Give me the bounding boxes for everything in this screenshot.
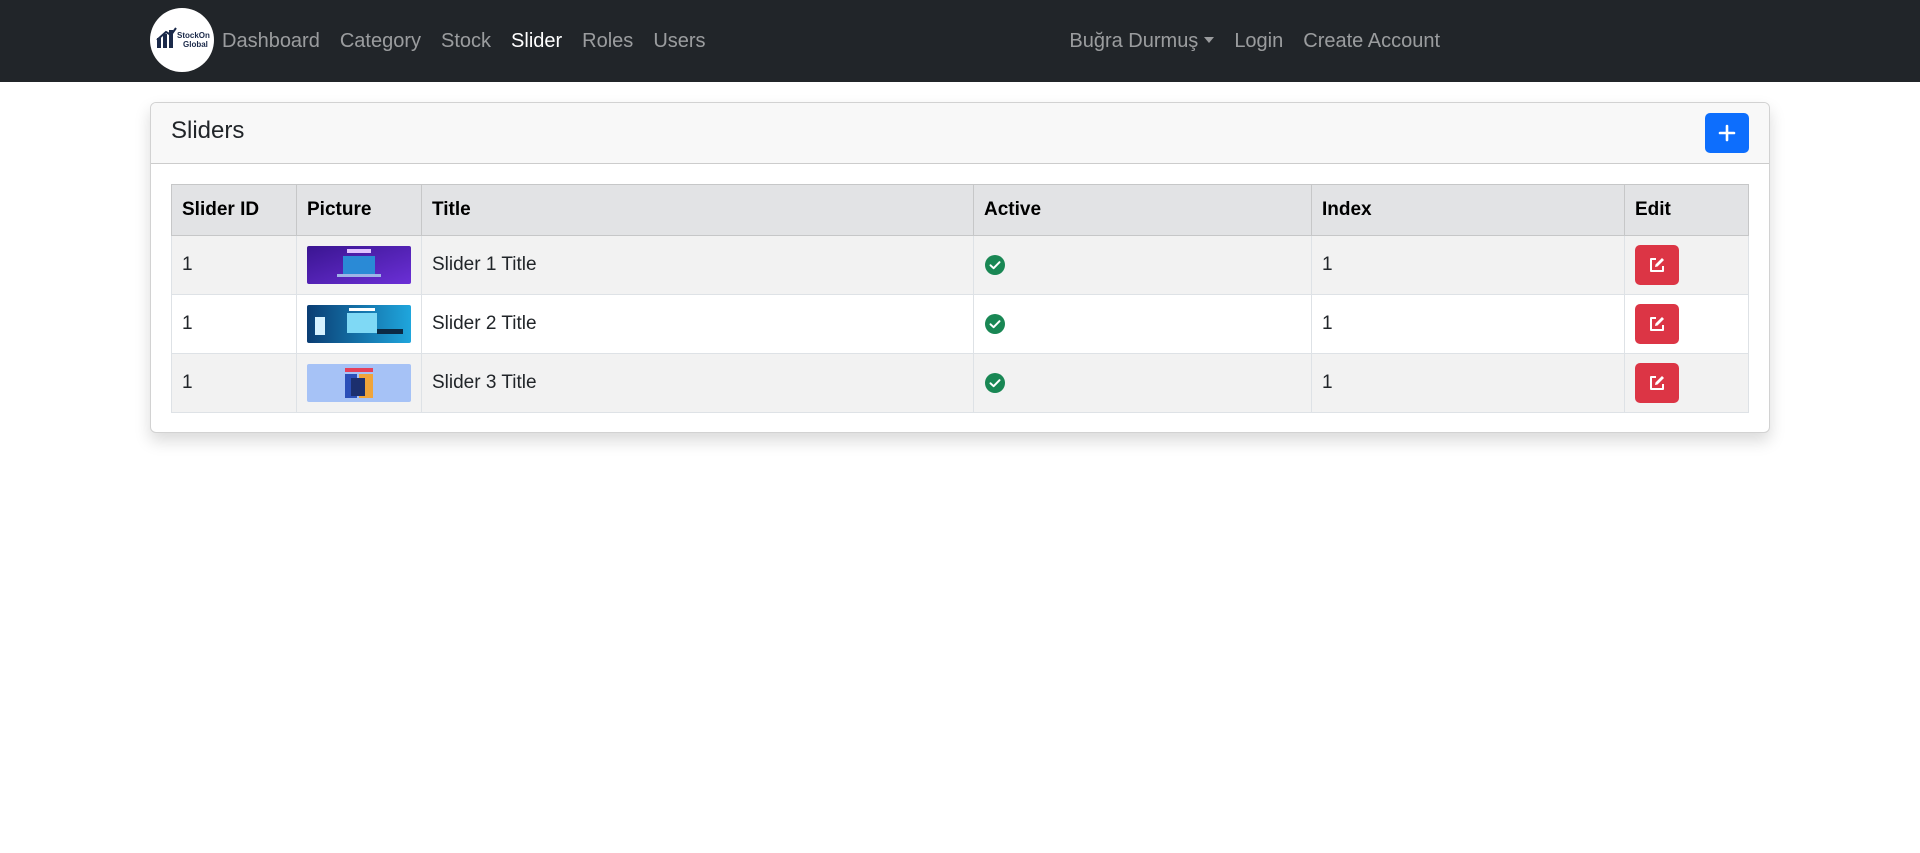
slider-thumbnail[interactable] (307, 246, 411, 284)
nav-main-links: Dashboard Category Stock Slider Roles Us… (222, 0, 726, 82)
cell-title: Slider 3 Title (421, 353, 974, 413)
edit-button[interactable] (1635, 245, 1679, 285)
brand-logo[interactable]: StockOne Global (150, 8, 214, 72)
cell-picture (296, 353, 422, 413)
sliders-card: Sliders Slider ID Picture Title Active I… (150, 102, 1770, 433)
add-slider-button[interactable] (1705, 113, 1749, 153)
col-header-index: Index (1311, 184, 1625, 236)
cell-edit (1624, 353, 1749, 413)
navbar: StockOne Global Dashboard Category Stock… (0, 0, 1920, 82)
nav-link-slider[interactable]: Slider (511, 30, 562, 53)
page-title: Sliders (171, 117, 245, 144)
cell-index: 1 (1311, 294, 1625, 354)
edit-icon (1650, 317, 1664, 331)
cell-slider-id: 1 (171, 294, 297, 354)
edit-icon (1650, 376, 1664, 390)
edit-icon (1650, 258, 1664, 272)
table-row: 1 Slider 3 Title 1 (171, 353, 1749, 413)
cell-title: Slider 2 Title (421, 294, 974, 354)
table-header-row: Slider ID Picture Title Active Index Edi… (171, 184, 1749, 236)
nav-link-roles[interactable]: Roles (582, 30, 633, 53)
nav-link-users[interactable]: Users (653, 30, 705, 53)
cell-index: 1 (1311, 353, 1625, 413)
check-circle-icon (985, 254, 1005, 275)
caret-down-icon (1204, 36, 1215, 43)
table-row: 1 Slider 1 Title 1 (171, 235, 1749, 295)
user-dropdown[interactable]: Buğra Durmuş (1069, 29, 1215, 53)
check-circle-icon (985, 372, 1005, 393)
check-circle-icon (985, 313, 1005, 334)
cell-picture (296, 235, 422, 295)
col-header-active: Active (973, 184, 1312, 236)
cell-picture (296, 294, 422, 354)
cell-title: Slider 1 Title (421, 235, 974, 295)
edit-button[interactable] (1635, 304, 1679, 344)
card-body: Slider ID Picture Title Active Index Edi… (171, 184, 1749, 413)
cell-slider-id: 1 (171, 353, 297, 413)
create-account-link[interactable]: Create Account (1303, 30, 1440, 53)
cell-slider-id: 1 (171, 235, 297, 295)
cell-active (973, 294, 1312, 354)
cell-edit (1624, 294, 1749, 354)
col-header-edit: Edit (1624, 184, 1749, 236)
stockone-logo-icon: StockOne Global (156, 27, 210, 49)
card-header: Sliders (151, 103, 1769, 164)
slider-thumbnail[interactable] (307, 364, 411, 402)
cell-edit (1624, 235, 1749, 295)
nav-account-links: Buğra Durmuş Login Create Account (1049, 0, 1440, 82)
edit-button[interactable] (1635, 363, 1679, 403)
logo-line1: StockOne (177, 31, 210, 40)
logo-line2: Global (183, 40, 208, 49)
nav-link-category[interactable]: Category (340, 30, 421, 53)
slider-thumbnail[interactable] (307, 305, 411, 343)
cell-index: 1 (1311, 235, 1625, 295)
col-header-title: Title (421, 184, 974, 236)
table-row: 1 Slider 2 Title 1 (171, 294, 1749, 354)
user-name: Buğra Durmuş (1069, 29, 1199, 52)
cell-active (973, 235, 1312, 295)
nav-link-stock[interactable]: Stock (441, 30, 491, 53)
plus-icon (1718, 124, 1736, 142)
login-link[interactable]: Login (1234, 30, 1283, 53)
sliders-table: Slider ID Picture Title Active Index Edi… (171, 184, 1749, 413)
cell-active (973, 353, 1312, 413)
nav-link-dashboard[interactable]: Dashboard (222, 30, 320, 53)
col-header-picture: Picture (296, 184, 422, 236)
col-header-slider-id: Slider ID (171, 184, 297, 236)
